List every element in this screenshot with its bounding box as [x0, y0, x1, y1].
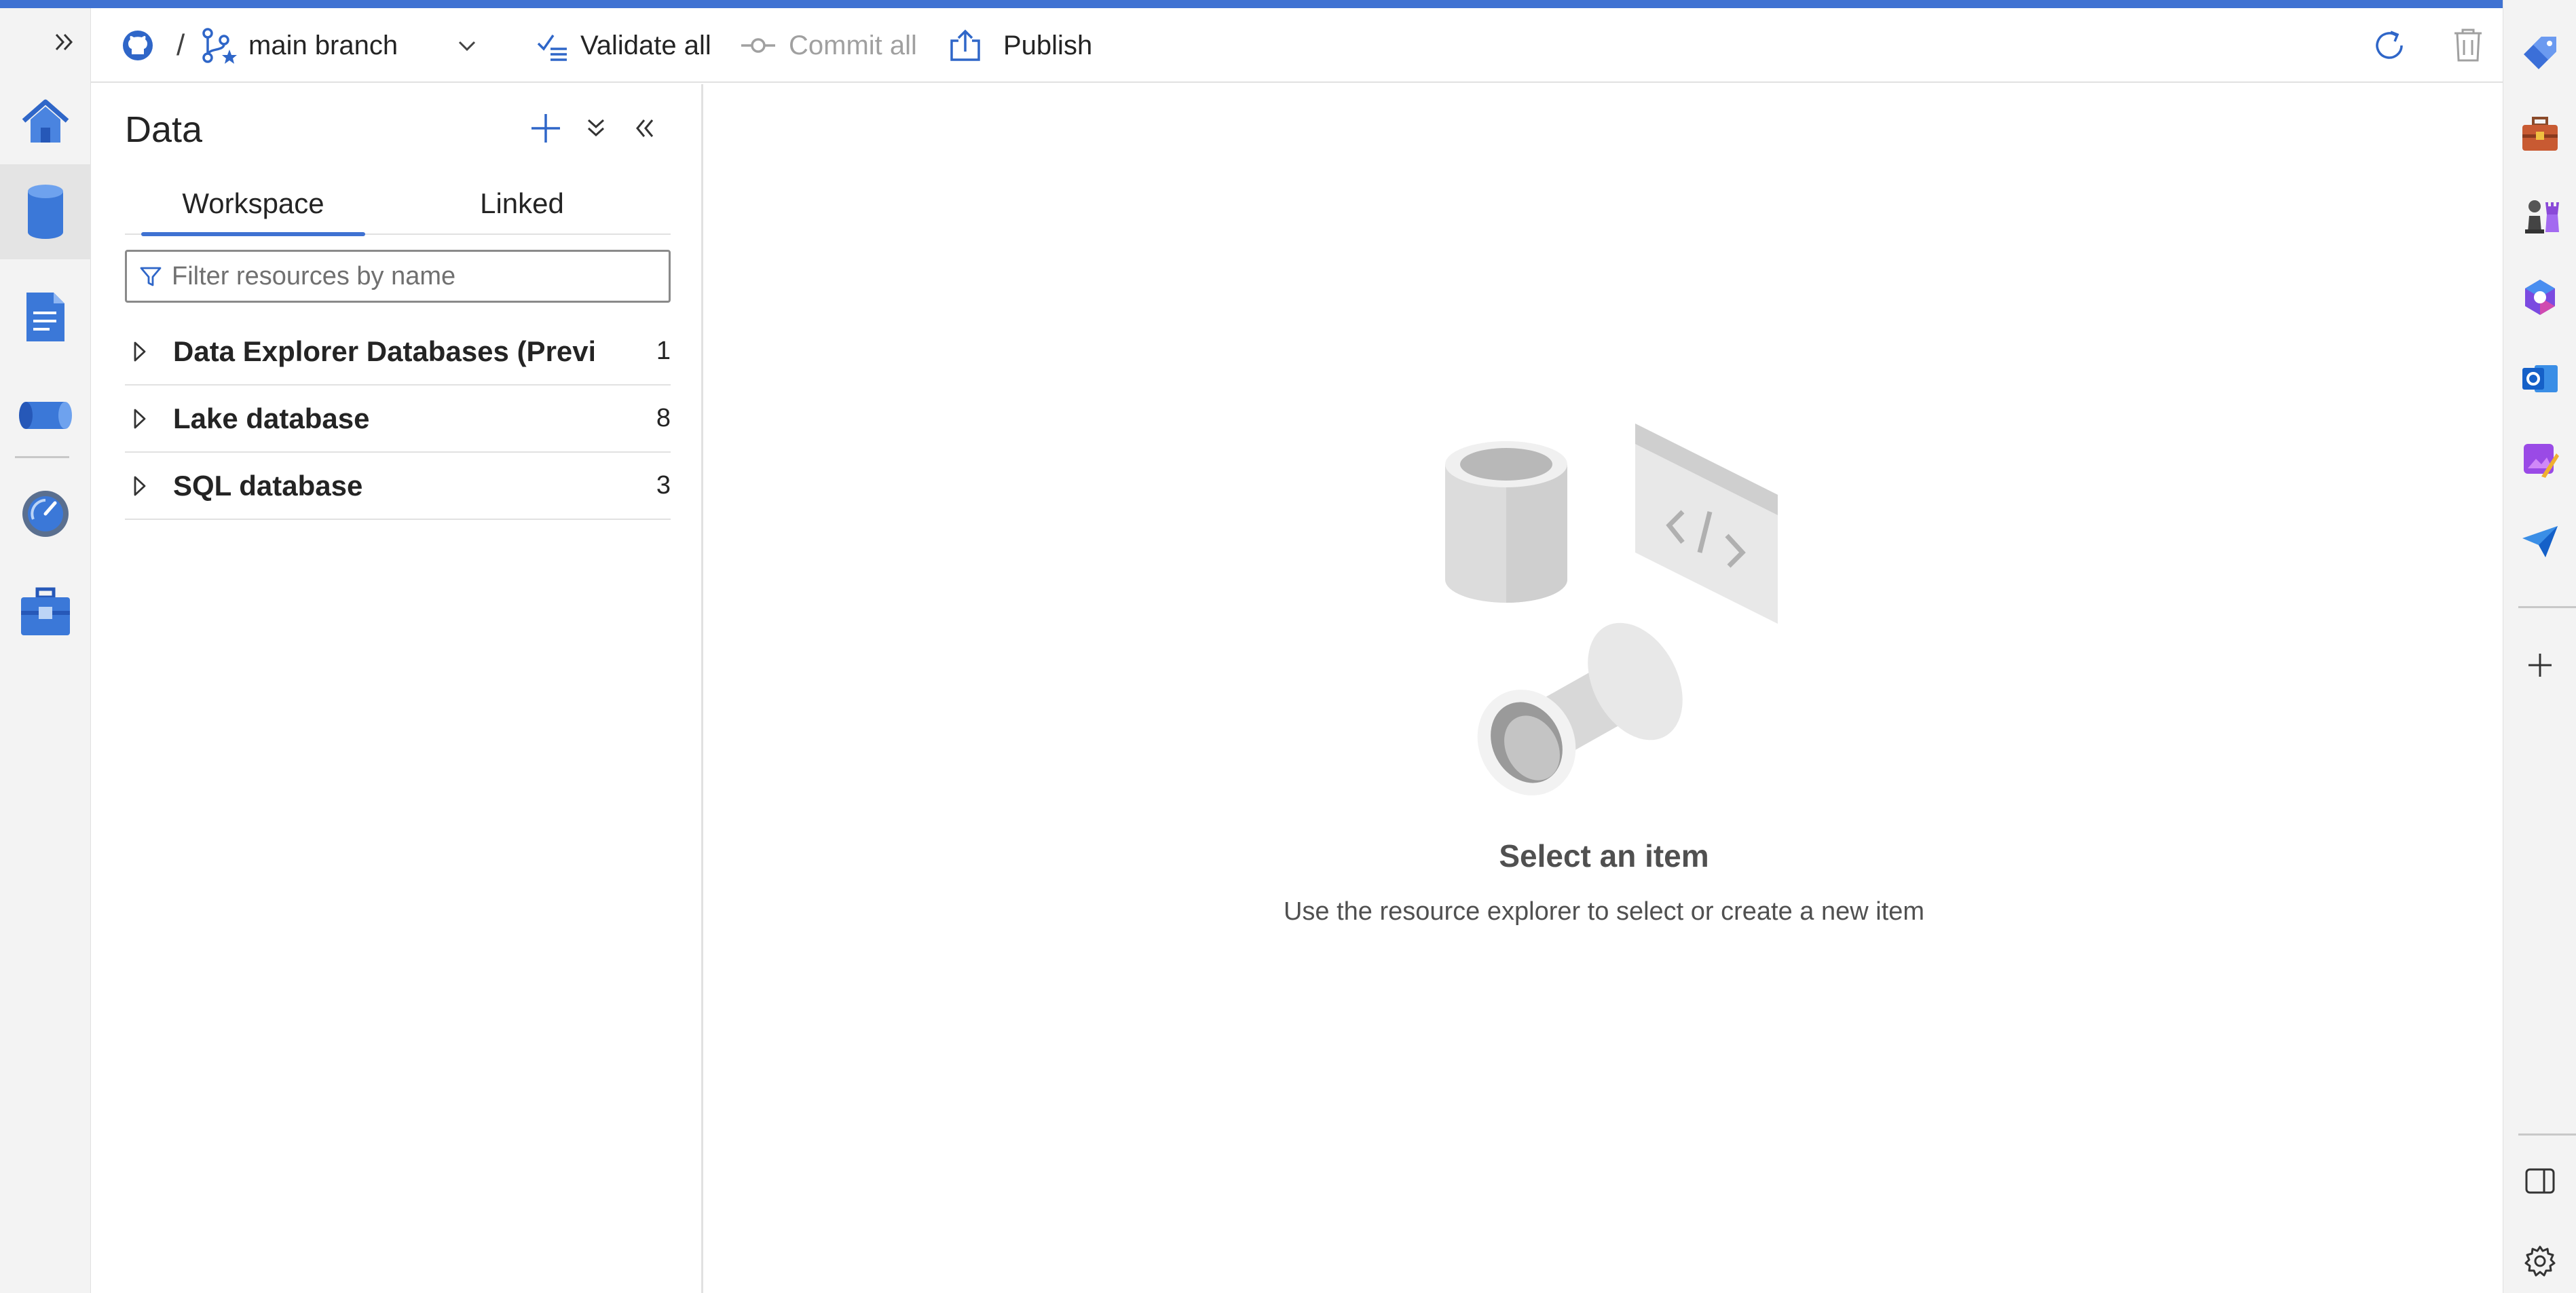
- chess-app-button[interactable]: [2503, 189, 2576, 243]
- toolbox-app-button[interactable]: [2503, 107, 2576, 162]
- double-chevron-right-icon: [55, 33, 73, 51]
- github-icon: [123, 31, 153, 60]
- nav-monitor[interactable]: [0, 470, 91, 558]
- discard-trash-icon: [2454, 29, 2482, 62]
- pipeline-icon: [19, 402, 72, 429]
- copilot-icon: [2525, 280, 2555, 315]
- tree-item-sql-database[interactable]: SQL database 3: [125, 453, 671, 520]
- refresh-icon: [2376, 31, 2403, 59]
- validate-checklist-icon: [537, 34, 567, 61]
- outlook-app-button[interactable]: [2503, 352, 2576, 406]
- chevron-right-icon: [134, 341, 146, 361]
- repo-separator: /: [176, 29, 185, 62]
- rail-divider: [2518, 1133, 2576, 1136]
- discard-button[interactable]: [2452, 8, 2484, 83]
- home-icon: [22, 99, 69, 143]
- tree-item-label: Lake database: [173, 402, 370, 434]
- filter-icon: [140, 267, 162, 286]
- designer-icon: [2524, 444, 2559, 478]
- top-accent-bar: [0, 0, 2503, 8]
- plus-icon: [531, 114, 560, 143]
- tree-item-count: 3: [656, 471, 671, 500]
- add-app-button[interactable]: [2503, 638, 2576, 692]
- branch-selector[interactable]: main branch: [200, 8, 478, 83]
- monitor-gauge-icon: [22, 491, 69, 537]
- tree-item-data-explorer-databases[interactable]: Data Explorer Databases (Previ... 1: [125, 318, 671, 386]
- collapse-all-button[interactable]: [576, 105, 616, 152]
- nav-manage[interactable]: [0, 568, 91, 656]
- tree-item-count: 1: [656, 337, 671, 365]
- outlook-icon: [2522, 365, 2558, 392]
- empty-state-title: Select an item: [1499, 838, 1709, 874]
- settings-gear-icon: [2524, 1245, 2556, 1277]
- top-toolbar: / main branch Validate all Commit all Pu…: [91, 8, 2503, 83]
- add-resource-button[interactable]: [525, 105, 566, 152]
- tag-icon: [2524, 37, 2556, 69]
- refresh-button[interactable]: [2372, 8, 2407, 83]
- filter-input[interactable]: [172, 261, 647, 291]
- rail-divider: [2518, 606, 2576, 608]
- pane-title: Data: [125, 109, 203, 150]
- document-icon: [26, 293, 64, 341]
- branch-name: main branch: [248, 30, 398, 60]
- side-panel-icon: [2525, 1168, 2555, 1194]
- settings-button[interactable]: [2503, 1234, 2576, 1288]
- commit-all-button[interactable]: Commit all: [740, 8, 917, 83]
- double-chevron-down-icon: [587, 119, 605, 137]
- main-content: Select an item Use the resource explorer…: [705, 84, 2503, 1293]
- send-app-button[interactable]: [2503, 514, 2576, 569]
- github-button[interactable]: [121, 8, 155, 83]
- nav-develop[interactable]: [0, 273, 91, 361]
- empty-state-illustration: [1445, 424, 1778, 795]
- chevron-right-icon: [134, 409, 146, 428]
- branch-icon: [202, 28, 237, 64]
- database-icon: [28, 185, 63, 239]
- side-panel-button[interactable]: [2503, 1154, 2576, 1208]
- chevron-down-icon: [459, 41, 476, 52]
- filter-box: [125, 250, 671, 303]
- publish-button[interactable]: Publish: [949, 8, 1092, 83]
- empty-state-subtitle: Use the resource explorer to select or c…: [1283, 897, 1925, 926]
- publish-upload-icon: [950, 29, 980, 61]
- nav-home[interactable]: [0, 81, 91, 163]
- chevron-right-icon: [134, 476, 146, 495]
- right-app-rail: [2503, 0, 2576, 1293]
- data-explorer-pane: Data Workspace Linked Filter resources b…: [91, 84, 703, 1293]
- rail-divider: [15, 456, 69, 458]
- validate-all-button[interactable]: Validate all: [536, 8, 711, 83]
- collapse-pane-button[interactable]: [624, 105, 665, 152]
- tab-linked[interactable]: Linked: [410, 172, 634, 235]
- app-window: / main branch Validate all Commit all Pu…: [0, 0, 2576, 1293]
- nav-data[interactable]: [0, 164, 91, 259]
- designer-app-button[interactable]: [2503, 433, 2576, 487]
- resource-tree: Data Explorer Databases (Previ... 1 Lake…: [125, 318, 671, 520]
- commit-icon: [741, 38, 775, 53]
- tag-app-button[interactable]: [2503, 26, 2576, 80]
- tree-item-count: 8: [656, 404, 671, 432]
- toolbox-icon: [21, 587, 70, 635]
- nav-integrate[interactable]: [0, 371, 91, 460]
- tree-item-lake-database[interactable]: Lake database 8: [125, 386, 671, 453]
- toolbox-icon: [2522, 117, 2558, 151]
- pane-tabs: Workspace Linked: [125, 172, 671, 236]
- send-icon: [2522, 526, 2558, 557]
- double-chevron-left-icon: [636, 119, 654, 137]
- tab-workspace[interactable]: Workspace: [141, 172, 365, 236]
- chess-icon: [2525, 200, 2559, 233]
- left-nav-rail: [0, 8, 91, 1293]
- tree-item-label: SQL database: [173, 469, 363, 502]
- copilot-app-button[interactable]: [2503, 270, 2576, 324]
- expand-nav-button[interactable]: [48, 22, 81, 62]
- tree-item-label: Data Explorer Databases (Previ...: [173, 335, 594, 367]
- plus-icon: [2528, 654, 2552, 677]
